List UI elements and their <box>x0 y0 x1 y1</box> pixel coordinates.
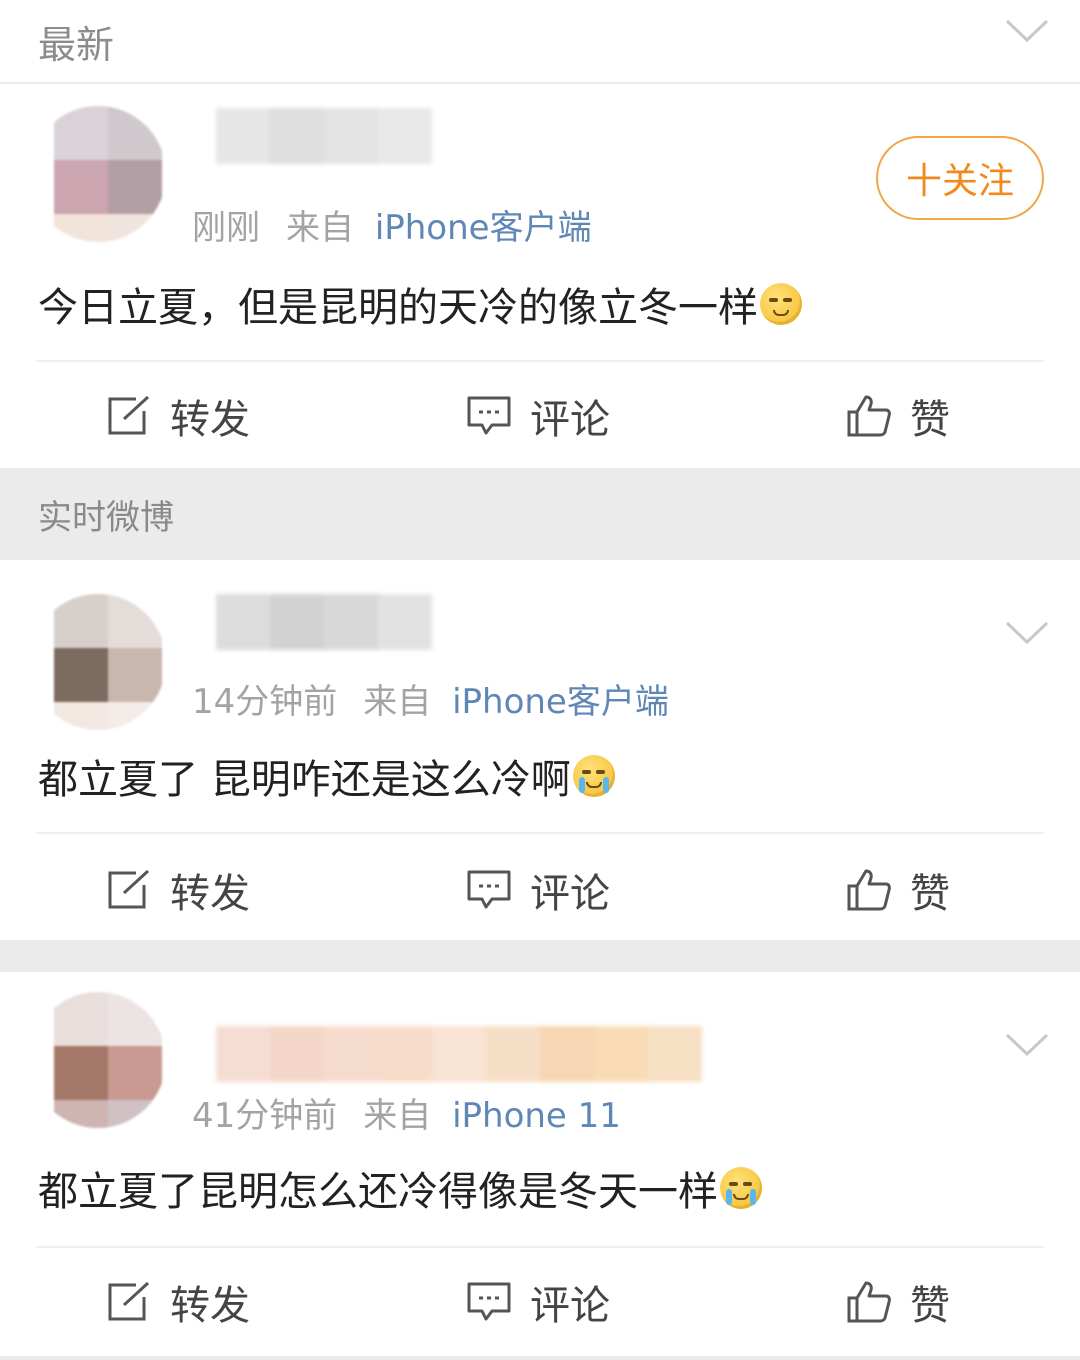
action-bar: 转发 评论 赞 <box>0 1250 1080 1354</box>
post-time: 41分钟前 <box>192 1096 338 1136</box>
like-label: 赞 <box>910 1283 950 1329</box>
comment-label: 评论 <box>530 871 610 917</box>
source-prefix: 来自 <box>286 208 354 248</box>
repost-label: 转发 <box>170 397 250 443</box>
username-blurred[interactable] <box>216 594 432 650</box>
comment-button[interactable]: 评论 <box>466 838 610 942</box>
post-meta: 14分钟前 来自 iPhone客户端 <box>192 674 669 723</box>
post-card: 14分钟前 来自 iPhone客户端 都立夏了 昆明咋还是这么冷啊 转发 评论 赞 <box>0 560 1080 940</box>
post-card: 41分钟前 来自 iPhone 11 都立夏了昆明怎么还冷得像是冬天一样 转发 评… <box>0 972 1080 1356</box>
post-meta: 刚刚 来自 iPhone客户端 <box>192 200 592 249</box>
post-card: 刚刚 来自 iPhone客户端 十关注 今日立夏，但是昆明的天冷的像立冬一样 转发… <box>0 84 1080 468</box>
post-content[interactable]: 都立夏了 昆明咋还是这么冷啊 <box>38 746 1050 806</box>
comment-button[interactable]: 评论 <box>466 364 610 468</box>
thumbs-up-icon <box>847 1281 891 1323</box>
comment-icon <box>467 1282 511 1321</box>
repost-button[interactable]: 转发 <box>106 1250 250 1354</box>
post-text: 都立夏了昆明怎么还冷得像是冬天一样 <box>38 1169 718 1215</box>
comment-icon <box>467 870 511 909</box>
avatar[interactable] <box>30 992 166 1128</box>
divider <box>36 1246 1044 1248</box>
comment-label: 评论 <box>530 397 610 443</box>
action-bar: 转发 评论 赞 <box>0 838 1080 942</box>
post-time: 14分钟前 <box>192 682 338 722</box>
source-link[interactable]: iPhone 11 <box>452 1096 621 1136</box>
like-button[interactable]: 赞 <box>846 838 950 942</box>
post-text: 今日立夏，但是昆明的天冷的像立冬一样 <box>38 285 758 331</box>
source-prefix: 来自 <box>363 682 432 722</box>
source-prefix: 来自 <box>363 1096 432 1136</box>
post-time: 刚刚 <box>192 208 260 248</box>
like-button[interactable]: 赞 <box>846 364 950 468</box>
divider <box>36 360 1044 362</box>
crying-emoji-icon <box>720 1167 762 1209</box>
post-content[interactable]: 今日立夏，但是昆明的天冷的像立冬一样 <box>38 274 1050 334</box>
avatar[interactable] <box>30 106 166 242</box>
thumbs-up-icon <box>847 395 891 437</box>
username-blurred[interactable] <box>216 108 432 164</box>
source-link[interactable]: iPhone客户端 <box>375 208 592 248</box>
username-blurred[interactable] <box>216 1026 702 1082</box>
like-button[interactable]: 赞 <box>846 1250 950 1354</box>
comment-icon <box>467 396 511 435</box>
post-content[interactable]: 都立夏了昆明怎么还冷得像是冬天一样 <box>38 1158 1050 1218</box>
like-label: 赞 <box>910 871 950 917</box>
section-header-latest: 最新 <box>0 0 1080 82</box>
repost-button[interactable]: 转发 <box>106 838 250 942</box>
comment-label: 评论 <box>530 1283 610 1329</box>
sweat-emoji-icon <box>760 283 802 325</box>
action-bar: 转发 评论 赞 <box>0 364 1080 468</box>
section-header-live: 实时微博 <box>0 468 1080 560</box>
like-label: 赞 <box>910 397 950 443</box>
comment-button[interactable]: 评论 <box>466 1250 610 1354</box>
section-title: 最新 <box>38 22 115 67</box>
repost-icon <box>108 1281 150 1321</box>
section-title: 实时微博 <box>38 497 174 538</box>
post-meta: 41分钟前 来自 iPhone 11 <box>192 1088 621 1137</box>
repost-icon <box>108 869 150 909</box>
chevron-down-icon[interactable] <box>1004 620 1050 646</box>
repost-label: 转发 <box>170 871 250 917</box>
follow-button[interactable]: 十关注 <box>876 136 1044 220</box>
chevron-down-icon[interactable] <box>1004 18 1050 44</box>
repost-button[interactable]: 转发 <box>106 364 250 468</box>
repost-label: 转发 <box>170 1283 250 1329</box>
chevron-down-icon[interactable] <box>1004 1032 1050 1058</box>
thumbs-up-icon <box>847 869 891 911</box>
source-link[interactable]: iPhone客户端 <box>452 682 669 722</box>
post-text: 都立夏了 昆明咋还是这么冷啊 <box>38 757 571 803</box>
divider <box>36 832 1044 834</box>
crying-emoji-icon <box>572 755 615 797</box>
repost-icon <box>108 395 150 435</box>
avatar[interactable] <box>30 594 166 730</box>
